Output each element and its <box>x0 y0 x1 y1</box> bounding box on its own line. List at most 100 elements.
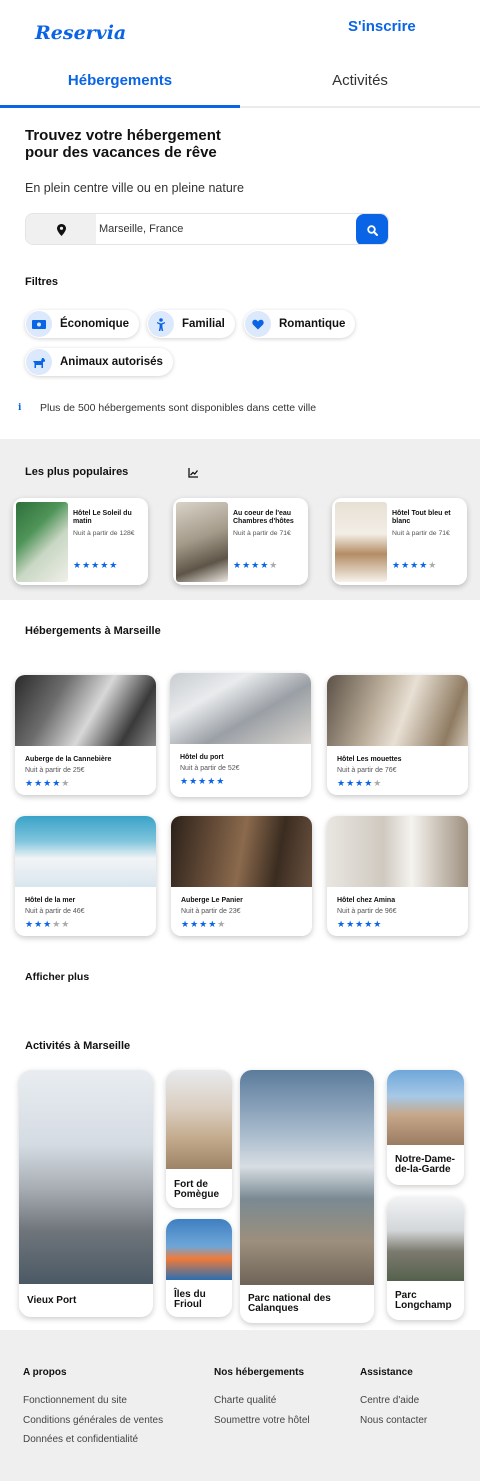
activity-card-image <box>387 1197 464 1281</box>
lodging-card-price: Nuit à partir de 96€ <box>337 908 397 915</box>
lodging-card-price: Nuit à partir de 25€ <box>25 767 85 774</box>
search-bar <box>25 213 389 245</box>
lodging-card[interactable]: Hôtel Les mouettes Nuit à partir de 76€ … <box>327 675 468 795</box>
activity-card-label: Fort de Pomègue <box>174 1179 220 1200</box>
activity-card[interactable]: Îles du Frioul <box>166 1219 232 1317</box>
footer-link[interactable]: Fonctionnement du site <box>23 1395 127 1406</box>
popular-card-price: Nuit à partir de 128€ <box>73 530 135 537</box>
footer-link[interactable]: Conditions générales de ventes <box>23 1415 163 1426</box>
popular-card-name: Au coeur de l'eau Chambres d'hôtes <box>233 510 294 525</box>
filter-animaux[interactable]: Animaux autorisés <box>25 348 173 376</box>
lodging-card-name: Hôtel de la mer <box>25 897 76 904</box>
footer-link[interactable]: Soumettre votre hôtel <box>214 1415 310 1426</box>
show-more-link[interactable]: Afficher plus <box>25 971 89 983</box>
popular-title: Les plus populaires <box>25 466 129 478</box>
info-icon: i <box>18 403 22 413</box>
footer-heading-assistance: Assistance <box>360 1367 413 1378</box>
filter-label: Animaux autorisés <box>60 356 163 368</box>
star-rating: ★★★★★ <box>73 560 119 570</box>
filter-familial[interactable]: Familial <box>147 310 235 338</box>
lodgings-title: Hébergements à Marseille <box>25 625 161 637</box>
activity-card-image <box>166 1070 232 1169</box>
lodging-card-name: Auberge Le Panier <box>181 897 243 904</box>
footer-link[interactable]: Nous contacter <box>360 1415 427 1426</box>
signup-link[interactable]: S'inscrire <box>348 18 416 35</box>
lodging-card-name: Hôtel du port <box>180 754 224 761</box>
filter-label: Économique <box>60 318 130 330</box>
lodging-card[interactable]: Auberge Le Panier Nuit à partir de 23€ ★… <box>171 816 312 936</box>
lodging-card-price: Nuit à partir de 23€ <box>181 908 241 915</box>
lodging-card-name: Hôtel Les mouettes <box>337 756 402 763</box>
activity-card-image <box>387 1070 464 1145</box>
activity-card[interactable]: Parc national des Calanques <box>240 1070 374 1323</box>
activity-card-image <box>240 1070 374 1285</box>
lodging-card[interactable]: Hôtel de la mer Nuit à partir de 46€ ★★★… <box>15 816 156 936</box>
popular-card[interactable]: Hôtel Le Soleil du matin Nuit à partir d… <box>13 498 148 585</box>
activities-title: Activités à Marseille <box>25 1040 131 1052</box>
activity-card-label: Vieux Port <box>27 1295 77 1306</box>
popular-card-name: Hôtel Le Soleil du matin <box>73 510 132 525</box>
activity-card-image <box>19 1070 153 1284</box>
star-rating: ★★★★★ <box>180 776 226 786</box>
footer-link[interactable]: Centre d'aide <box>360 1395 419 1406</box>
popular-card[interactable]: Au coeur de l'eau Chambres d'hôtes Nuit … <box>173 498 308 585</box>
activity-card[interactable]: Fort de Pomègue <box>166 1070 232 1208</box>
popular-card-price: Nuit à partir de 71€ <box>233 530 291 537</box>
popular-card-price: Nuit à partir de 71€ <box>392 530 450 537</box>
lodging-card-image <box>327 816 468 887</box>
filter-economique[interactable]: Économique <box>25 310 140 338</box>
activity-card-label: Îles du Frioul <box>174 1289 206 1310</box>
lodging-card-image <box>171 816 312 887</box>
lodging-card[interactable]: Hôtel du port Nuit à partir de 52€ ★★★★★ <box>170 673 311 797</box>
lodging-card-image <box>15 675 156 746</box>
dog-icon <box>26 349 52 375</box>
star-rating: ★★★★★ <box>25 778 71 788</box>
tab-hebergements[interactable]: Hébergements <box>0 72 240 89</box>
activity-card-label: Parc national des Calanques <box>248 1293 331 1314</box>
activity-card-label: Notre-Dame-de-la-Garde <box>395 1154 456 1175</box>
popular-card[interactable]: Hôtel Tout bleu et blanc Nuit à partir d… <box>332 498 467 585</box>
filter-romantique[interactable]: Romantique <box>244 310 356 338</box>
lodging-card-price: Nuit à partir de 76€ <box>337 767 397 774</box>
hero-title: Trouvez votre hébergement pour des vacan… <box>25 127 285 161</box>
tab-active-indicator <box>0 105 240 108</box>
hero-title-line1: Trouvez votre hébergement <box>25 127 221 144</box>
activity-card[interactable]: Parc Longchamp <box>387 1197 464 1320</box>
search-icon <box>366 224 378 236</box>
map-pin-icon <box>26 214 96 244</box>
star-rating: ★★★★★ <box>181 919 227 929</box>
lodging-card-name: Hôtel chez Amina <box>337 897 396 904</box>
lodging-card-name: Auberge de la Cannebière <box>25 756 112 763</box>
filters-title: Filtres <box>25 276 59 288</box>
hero-title-line2: pour des vacances de rêve <box>25 144 217 161</box>
lodging-card-image <box>327 675 468 746</box>
footer-link[interactable]: Données et confidentialité <box>23 1434 138 1445</box>
footer-heading-hebergements: Nos hébergements <box>214 1367 305 1378</box>
star-rating: ★★★★★ <box>233 560 279 570</box>
activity-card[interactable]: Notre-Dame-de-la-Garde <box>387 1070 464 1185</box>
popular-card-image <box>335 502 387 582</box>
star-rating: ★★★★★ <box>337 778 383 788</box>
logo[interactable]: Reservia <box>35 22 126 44</box>
search-input[interactable] <box>96 214 358 244</box>
lodging-card[interactable]: Auberge de la Cannebière Nuit à partir d… <box>15 675 156 795</box>
footer-link[interactable]: Charte qualité <box>214 1395 276 1406</box>
star-rating: ★★★★★ <box>337 919 383 929</box>
activity-card-label: Parc Longchamp <box>395 1290 452 1311</box>
activity-card[interactable]: Vieux Port <box>19 1070 153 1317</box>
star-rating: ★★★★★ <box>25 919 71 929</box>
popular-card-image <box>16 502 68 582</box>
filter-label: Romantique <box>279 318 346 330</box>
popular-card-image <box>176 502 228 582</box>
lodging-card-price: Nuit à partir de 52€ <box>180 765 240 772</box>
filter-label: Familial <box>182 318 225 330</box>
money-icon <box>26 311 52 337</box>
trend-icon <box>188 465 199 483</box>
footer-heading-apropos: A propos <box>23 1367 67 1378</box>
search-button[interactable] <box>356 214 388 244</box>
heart-icon <box>245 311 271 337</box>
lodging-card-image <box>15 816 156 887</box>
tab-activites[interactable]: Activités <box>240 72 480 89</box>
lodging-card[interactable]: Hôtel chez Amina Nuit à partir de 96€ ★★… <box>327 816 468 936</box>
star-rating: ★★★★★ <box>392 560 438 570</box>
